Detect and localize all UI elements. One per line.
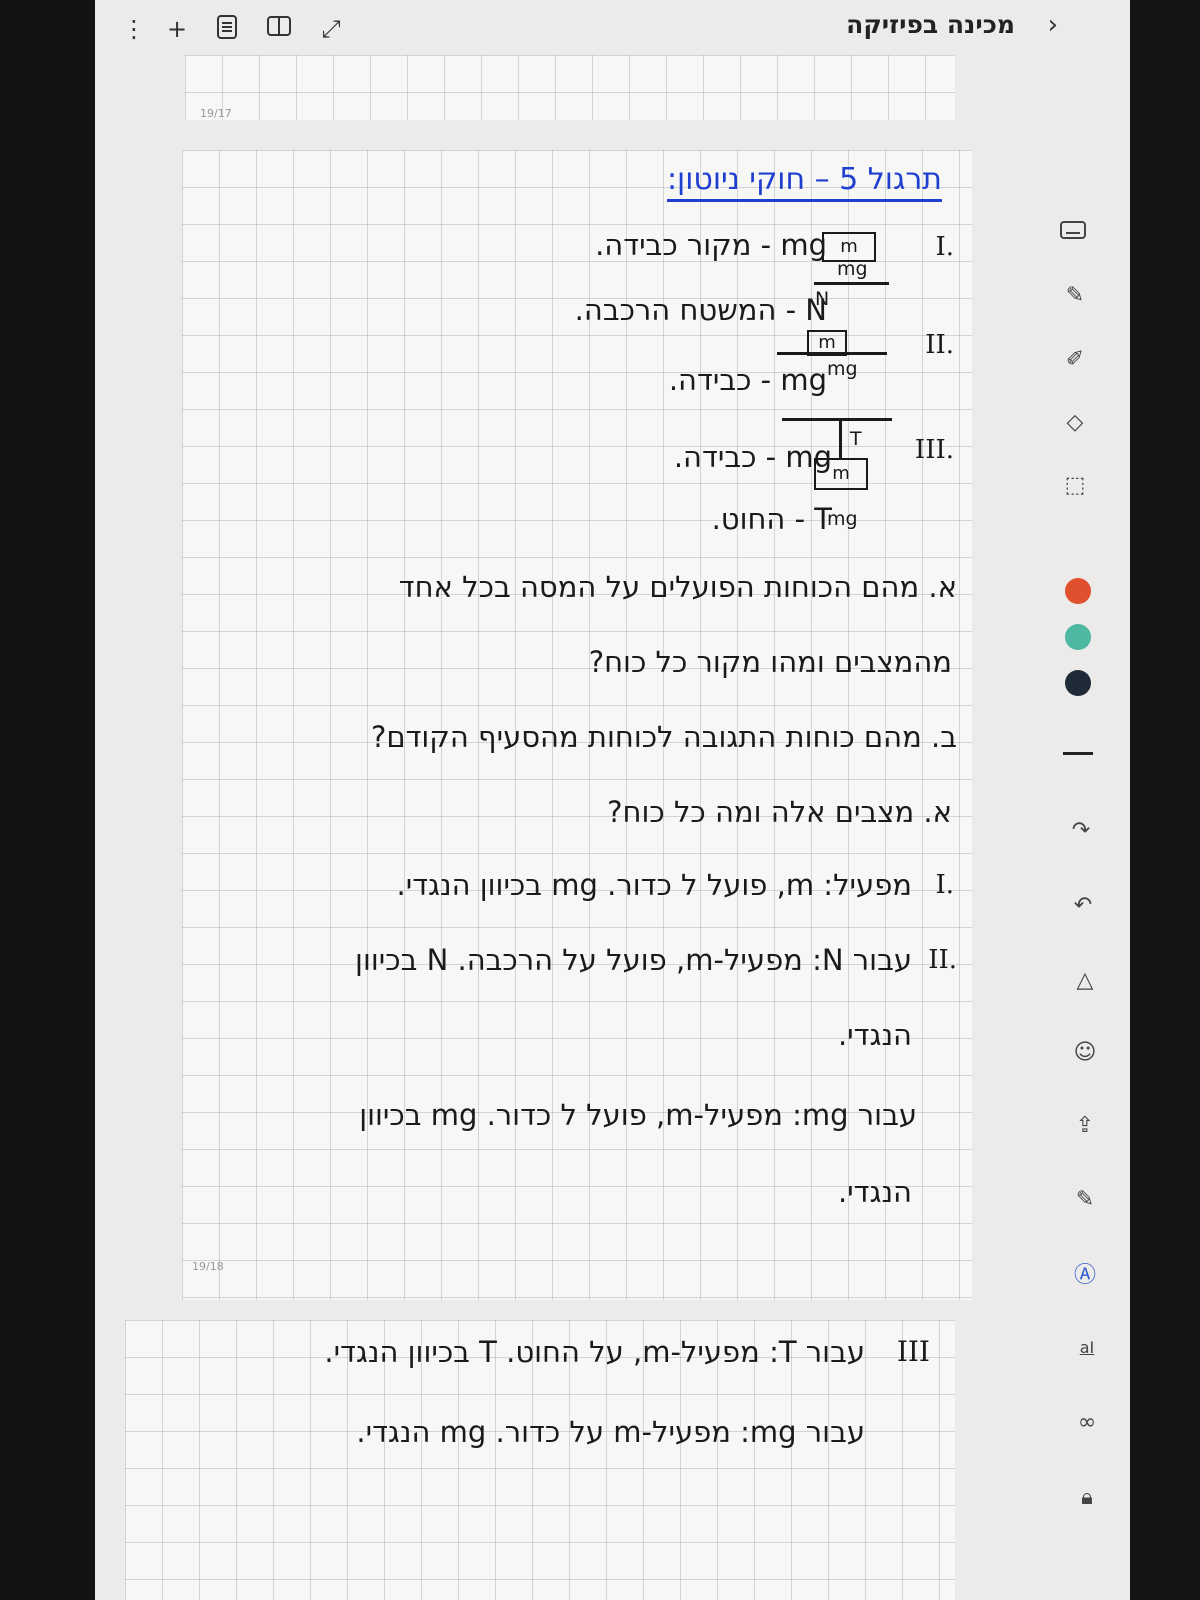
roman-numeral: I. xyxy=(935,232,954,262)
diagram-line xyxy=(814,282,889,285)
color-swatch-teal[interactable] xyxy=(1065,624,1091,650)
ceiling-line xyxy=(782,418,892,421)
redo-icon[interactable]: ↷ xyxy=(1063,813,1099,849)
convert-text-icon[interactable]: aI xyxy=(1069,1330,1105,1366)
question-line: מהמצבים ומהו מקור כל כוח? xyxy=(588,645,952,679)
string-line xyxy=(839,420,842,458)
answer-line: עבור T: מפעיל-m, על החוט. T בכיוון הנגדי… xyxy=(324,1335,865,1369)
drawing-toolbar: ✎ ✐ ◇ ⬚ ↷ ↶ △ ☺ ⇪ ✎ Ⓐ aI ∞ 🔒︎ xyxy=(1035,0,1130,1600)
notebook-title[interactable]: מכינה בפיזיקה xyxy=(846,10,1015,39)
link-icon[interactable]: ∞ xyxy=(1069,1405,1105,1441)
note-page-1[interactable]: 19/17 xyxy=(185,55,955,120)
text-icon[interactable]: Ⓐ xyxy=(1067,1258,1103,1294)
roman-numeral: III xyxy=(896,1335,930,1368)
shape-icon[interactable]: △ xyxy=(1067,963,1103,999)
answer-line: מפעיל: m, פועל ל כדור. mg בכיוון הנגדי. xyxy=(396,868,912,902)
stroke-width-icon[interactable] xyxy=(1063,752,1093,755)
surface-line xyxy=(777,352,887,355)
force-label-text: N - המשטח הרכבה. xyxy=(574,293,827,327)
notes-app-screen: ⋮ + ⤢ מכינה בפיזיקה › 19/17 תרגול 5 – חו… xyxy=(95,0,1130,1600)
answer-line: עבור mg: מפעיל-m על כדור. mg הנגדי. xyxy=(356,1415,865,1449)
note-page-2[interactable]: תרגול 5 – חוקי ניוטון: I. m mg mg - מקור… xyxy=(182,150,972,1300)
undo-icon[interactable]: ↶ xyxy=(1065,888,1101,924)
answer-line: הנגדי. xyxy=(837,1175,912,1209)
roman-numeral: I. xyxy=(935,870,954,900)
tablet-bezel-left xyxy=(0,0,95,1600)
note-heading: תרגול 5 – חוקי ניוטון: xyxy=(666,162,942,202)
keyboard-icon[interactable] xyxy=(1055,215,1091,251)
highlighter-icon[interactable]: ✐ xyxy=(1057,342,1093,378)
page-number: 19/17 xyxy=(200,107,232,120)
force-label: T xyxy=(850,428,862,450)
more-vertical-icon[interactable]: ⋮ xyxy=(120,14,148,44)
document-icon[interactable] xyxy=(213,14,241,44)
answer-line: הנגדי. xyxy=(837,1018,912,1052)
lasso-icon[interactable]: ⬚ xyxy=(1057,468,1093,504)
force-label-text: mg - כבידה. xyxy=(668,363,827,397)
marker-icon[interactable]: ✎ xyxy=(1067,1182,1103,1218)
answer-line: עבור mg: מפעיל-m, פועל ל כדור. mg בכיוון xyxy=(359,1098,917,1132)
roman-numeral: II. xyxy=(928,945,957,975)
eraser-icon[interactable]: ◇ xyxy=(1057,405,1093,441)
book-icon[interactable] xyxy=(265,14,293,44)
pen-icon[interactable]: ✎ xyxy=(1057,278,1093,314)
color-swatch-dark[interactable] xyxy=(1065,670,1091,696)
force-label-text: T - החוט. xyxy=(711,502,832,536)
page-number: 19/18 xyxy=(192,1260,224,1273)
question-line: א. מהם הכוחות הפועלים על המסה בכל אחד xyxy=(398,570,957,604)
answer-line: עבור N: מפעיל-m, פועל על הרכבה. N בכיוון xyxy=(355,943,912,977)
force-label-text: mg - כבידה. xyxy=(673,440,832,474)
question-line: ב. מהם כוחות התגובה לכוחות מהסעיף הקודם? xyxy=(370,720,957,754)
roman-numeral: II. xyxy=(925,330,954,360)
note-page-3[interactable]: III עבור T: מפעיל-m, על החוט. T בכיוון ה… xyxy=(125,1320,955,1600)
sticker-icon[interactable]: ☺ xyxy=(1067,1035,1103,1071)
color-swatch-red[interactable] xyxy=(1065,578,1091,604)
tablet-bezel-right xyxy=(1130,0,1200,1600)
force-label: mg xyxy=(837,258,868,280)
top-bar: ⋮ + ⤢ מכינה בפיזיקה › xyxy=(95,0,1130,58)
lock-icon[interactable]: 🔒︎ xyxy=(1069,1480,1105,1516)
question-line: א. מצבים אלה ומה כל כוח? xyxy=(607,795,952,829)
roman-numeral: III. xyxy=(914,435,954,465)
force-label: mg xyxy=(827,358,858,380)
plus-icon[interactable]: + xyxy=(163,14,191,44)
expand-icon[interactable]: ⤢ xyxy=(317,14,345,44)
force-label-text: mg - מקור כבידה. xyxy=(595,228,827,262)
insert-icon[interactable]: ⇪ xyxy=(1067,1108,1103,1144)
